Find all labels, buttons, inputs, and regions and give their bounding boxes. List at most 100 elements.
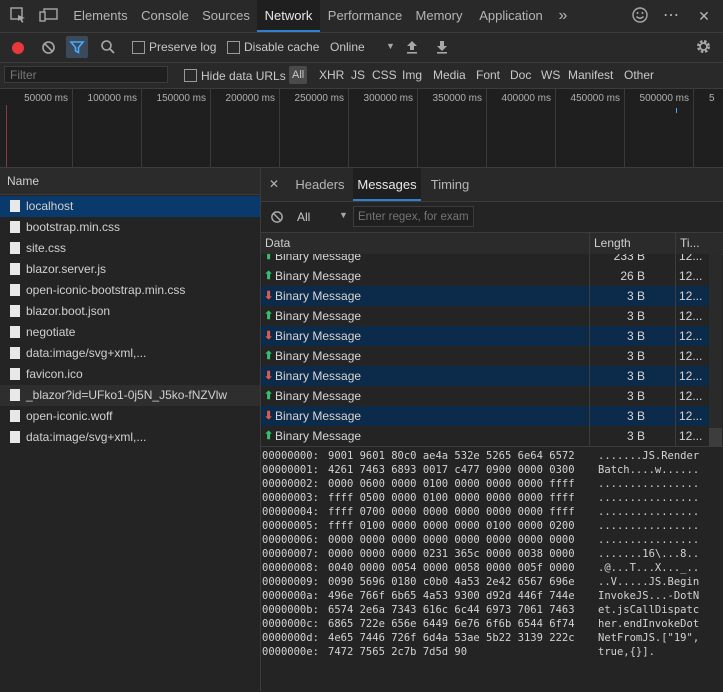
request-row[interactable]: localhost: [0, 196, 260, 217]
export-har-icon[interactable]: [434, 39, 450, 55]
message-length: 233 B: [613, 254, 645, 263]
document-icon: [10, 221, 20, 233]
throttling-select[interactable]: Online: [330, 40, 365, 54]
column-divider: [589, 233, 590, 254]
inspect-element-icon[interactable]: [8, 6, 28, 26]
hex-bytes: 0000 0000 0000 0000 0000 0000 0000 0000: [328, 534, 575, 546]
more-tabs-button[interactable]: »: [552, 0, 574, 32]
received-arrow-icon: ⬇: [264, 410, 274, 422]
hex-bytes: 4e65 7446 726f 6d4a 53ae 5b22 3139 222c: [328, 632, 575, 644]
message-row[interactable]: ⬆ Binary Message 26 B 12...: [261, 266, 709, 286]
tick-label: 400000 ms: [501, 93, 551, 104]
message-row[interactable]: ⬆ Binary Message 3 B 12...: [261, 306, 709, 326]
record-icon[interactable]: [11, 41, 25, 55]
clear-icon[interactable]: [40, 40, 56, 56]
filter-input[interactable]: [4, 66, 168, 83]
message-row[interactable]: ⬇ Binary Message 3 B 12...: [261, 326, 709, 346]
message-row[interactable]: ⬆ Binary Message 3 B 12...: [261, 426, 709, 446]
message-time: 12...: [679, 409, 703, 423]
type-filter-all[interactable]: All: [289, 66, 308, 84]
tick-label: 100000 ms: [87, 93, 137, 104]
feedback-smiley-icon[interactable]: [630, 6, 650, 26]
gear-icon[interactable]: [694, 38, 712, 56]
tick-label: 5: [709, 93, 715, 104]
type-filter-other[interactable]: Other: [624, 63, 654, 88]
message-length: 3 B: [626, 389, 645, 403]
hex-bytes: 0040 0000 0054 0000 0058 0000 005f 0000: [328, 562, 575, 574]
tab-elements[interactable]: Elements: [68, 0, 133, 32]
messages-scrollbar[interactable]: [709, 254, 722, 446]
device-toolbar-icon[interactable]: [38, 6, 60, 26]
message-length: 3 B: [626, 369, 645, 383]
tab-console[interactable]: Console: [135, 0, 195, 32]
message-row[interactable]: ⬆ Binary Message 3 B 12...: [261, 386, 709, 406]
type-filter-js[interactable]: JS: [351, 63, 365, 88]
regex-filter-input[interactable]: [353, 206, 474, 227]
type-filter-doc[interactable]: Doc: [510, 63, 531, 88]
tick-label: 300000 ms: [363, 93, 413, 104]
type-filter-xhr[interactable]: XHR: [319, 63, 344, 88]
preserve-log-checkbox[interactable]: [132, 41, 145, 54]
tab-messages[interactable]: Messages: [353, 168, 421, 201]
type-filter-font[interactable]: Font: [476, 63, 500, 88]
length-column-header[interactable]: Length: [594, 233, 631, 254]
tab-application[interactable]: Application: [474, 0, 548, 32]
message-type-select[interactable]: All: [297, 210, 310, 224]
received-arrow-icon: ⬇: [264, 370, 274, 382]
clear-messages-icon[interactable]: [270, 210, 284, 224]
type-filter-img[interactable]: Img: [402, 63, 422, 88]
message-time: 12...: [679, 429, 703, 443]
scrollbar-thumb[interactable]: [709, 428, 722, 446]
sent-arrow-icon: ⬆: [264, 430, 274, 442]
tab-network[interactable]: Network: [257, 0, 320, 32]
hide-data-urls-checkbox[interactable]: [184, 69, 197, 82]
hex-bytes: 4261 7463 6893 0017 c477 0900 0000 0300: [328, 464, 575, 476]
time-column-header[interactable]: Ti...: [680, 233, 700, 254]
tab-timing[interactable]: Timing: [425, 168, 475, 201]
request-row[interactable]: bootstrap.min.css: [0, 217, 260, 238]
message-row[interactable]: ⬇ Binary Message 3 B 12...: [261, 286, 709, 306]
hex-ascii: ................: [598, 534, 700, 546]
type-filter-manifest[interactable]: Manifest: [568, 63, 613, 88]
tick-line: [279, 89, 280, 167]
tab-sources[interactable]: Sources: [197, 0, 255, 32]
type-filter-ws[interactable]: WS: [541, 63, 560, 88]
search-icon[interactable]: [100, 39, 116, 55]
tab-headers[interactable]: Headers: [291, 168, 349, 201]
hex-bytes: ffff 0100 0000 0000 0000 0100 0000 0200: [328, 520, 575, 532]
tick-label: 50000 ms: [24, 93, 68, 104]
request-name: bootstrap.min.css: [26, 220, 121, 234]
data-column-header[interactable]: Data: [265, 233, 290, 254]
close-detail-button[interactable]: ✕: [267, 168, 281, 201]
sent-arrow-icon: ⬆: [264, 390, 274, 402]
tick-label: 450000 ms: [570, 93, 620, 104]
filter-icon[interactable]: [66, 36, 88, 58]
tab-memory[interactable]: Memory: [410, 0, 468, 32]
sent-arrow-icon: ⬆: [264, 270, 274, 282]
customize-menu-button[interactable]: ⋯: [658, 0, 684, 32]
type-filter-css[interactable]: CSS: [372, 63, 397, 88]
request-detail-tabs: ✕ Headers Messages Timing: [261, 168, 723, 202]
message-row[interactable]: ⬆ Binary Message 233 B 12...: [261, 254, 709, 266]
hex-address: 00000004:: [262, 506, 319, 518]
messages-filter-bar: All ▼: [261, 202, 723, 233]
name-column-header[interactable]: Name: [0, 168, 260, 195]
disable-cache-checkbox[interactable]: [227, 41, 240, 54]
hex-bytes: 0000 0600 0000 0100 0000 0000 0000 ffff: [328, 478, 575, 490]
message-data: Binary Message: [275, 289, 362, 303]
chevron-down-icon: ▼: [339, 210, 348, 220]
hex-bytes: 0000 0000 0000 0231 365c 0000 0038 0000: [328, 548, 575, 560]
tick-label: 350000 ms: [432, 93, 482, 104]
close-devtools-button[interactable]: ✕: [692, 0, 716, 32]
import-har-icon[interactable]: [404, 39, 420, 55]
message-row[interactable]: ⬇ Binary Message 3 B 12...: [261, 406, 709, 426]
message-row[interactable]: ⬇ Binary Message 3 B 12...: [261, 366, 709, 386]
tab-performance[interactable]: Performance: [324, 0, 406, 32]
sent-arrow-icon: ⬆: [264, 310, 274, 322]
message-length: 3 B: [626, 429, 645, 443]
hex-address: 0000000e:: [262, 646, 319, 658]
hex-bytes: 6574 2e6a 7343 616c 6c44 6973 7061 7463: [328, 604, 575, 616]
network-overview-timeline[interactable]: 50000 ms 100000 ms 150000 ms 200000 ms 2…: [0, 89, 723, 168]
type-filter-media[interactable]: Media: [433, 63, 466, 88]
message-row[interactable]: ⬆ Binary Message 3 B 12...: [261, 346, 709, 366]
